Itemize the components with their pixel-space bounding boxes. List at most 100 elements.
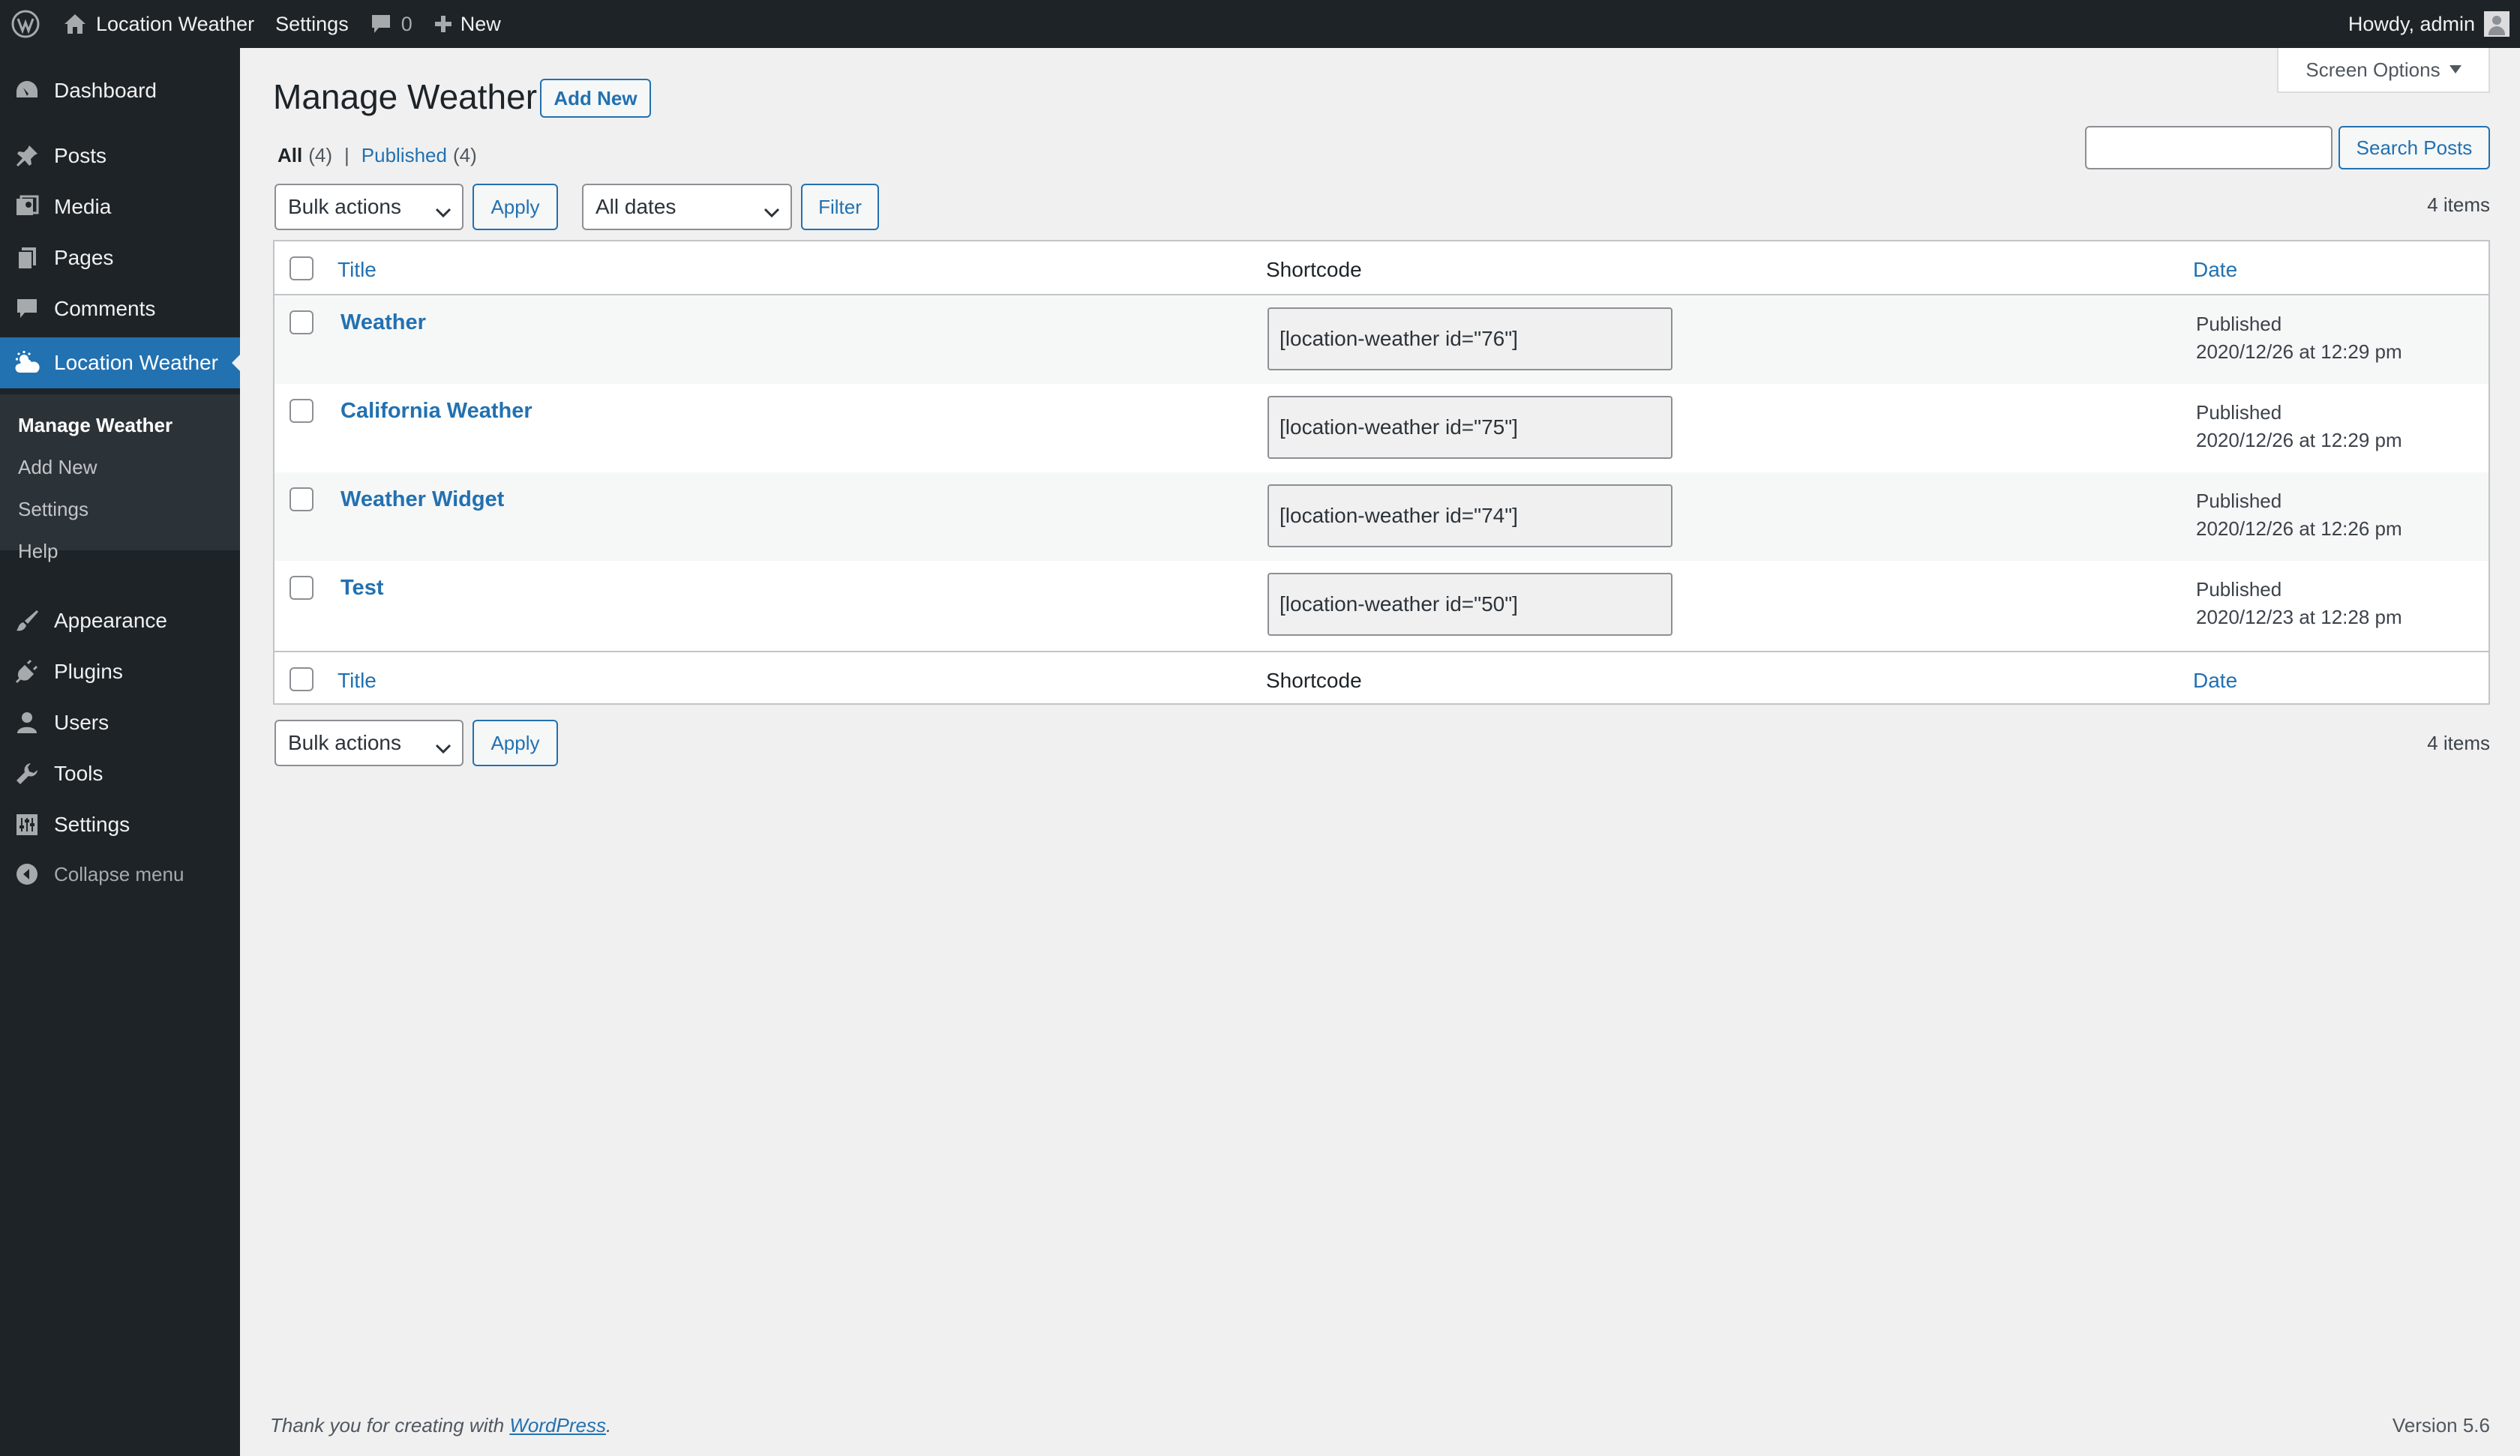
filter-published-link[interactable]: Published (4): [362, 144, 477, 167]
row-title-link[interactable]: Test: [340, 576, 383, 601]
table-row: Test [location-weather id="50"] Publishe…: [274, 561, 2488, 649]
bulk-actions-select-bottom[interactable]: Bulk actions: [274, 720, 464, 766]
sidebar-item-label: Plugins: [54, 660, 123, 683]
row-checkbox[interactable]: [290, 576, 314, 600]
posts-table: Title Shortcode Date Weather [location-w…: [273, 240, 2490, 705]
date-filter-select[interactable]: All dates: [582, 184, 792, 230]
chevron-down-icon: [764, 200, 780, 224]
sidebar-item-label: Appearance: [54, 609, 168, 632]
select-all-checkbox-bottom[interactable]: [290, 667, 314, 691]
site-name-link[interactable]: Location Weather: [52, 0, 265, 48]
column-title-footer[interactable]: Title: [338, 669, 376, 693]
column-date-header[interactable]: Date: [2193, 258, 2237, 282]
filter-all-count: (4): [308, 144, 333, 166]
submenu-item-add-new[interactable]: Add New: [18, 456, 98, 479]
sidebar-item-settings[interactable]: Settings: [0, 799, 240, 850]
row-title-link[interactable]: Weather Widget: [340, 487, 504, 512]
sidebar-item-comments[interactable]: Comments: [0, 283, 240, 334]
sidebar-item-plugins[interactable]: Plugins: [0, 646, 240, 697]
sidebar-item-label: Media: [54, 195, 112, 218]
sidebar-item-label: Pages: [54, 246, 114, 269]
column-date-footer[interactable]: Date: [2193, 669, 2237, 693]
table-row: Weather [location-weather id="76"] Publi…: [274, 295, 2488, 384]
row-date-value: 2020/12/26 at 12:29 pm: [2196, 429, 2402, 451]
filter-all-link[interactable]: All (4): [278, 144, 332, 167]
column-title-header[interactable]: Title: [338, 258, 376, 282]
adminbar-settings-label: Settings: [275, 12, 349, 35]
wordpress-link[interactable]: WordPress: [509, 1414, 606, 1437]
items-count-top: 4 items: [2427, 193, 2490, 216]
adminbar-settings-link[interactable]: Settings: [265, 0, 359, 48]
account-menu[interactable]: Howdy, admin: [2338, 0, 2520, 48]
sidebar-item-media[interactable]: Media: [0, 181, 240, 232]
adminbar-comments-link[interactable]: 0: [359, 0, 423, 48]
sidebar-item-posts[interactable]: Posts: [0, 130, 240, 181]
submenu-item-help[interactable]: Help: [18, 540, 58, 563]
collapse-menu-button[interactable]: Collapse menu: [0, 849, 240, 900]
row-title-link[interactable]: Weather: [340, 310, 426, 335]
shortcode-field[interactable]: [location-weather id="74"]: [1268, 484, 1672, 547]
submenu-item-settings[interactable]: Settings: [18, 498, 88, 521]
shortcode-field[interactable]: [location-weather id="76"]: [1268, 307, 1672, 370]
bulk-actions-value: Bulk actions: [288, 731, 401, 754]
apply-label: Apply: [490, 195, 540, 218]
row-title-link[interactable]: California Weather: [340, 399, 532, 424]
row-date: Published 2020/12/26 at 12:26 pm: [2196, 487, 2402, 543]
apply-button-top[interactable]: Apply: [472, 184, 558, 230]
row-status: Published: [2196, 313, 2282, 335]
comment-bubble-icon: [370, 13, 392, 35]
row-checkbox[interactable]: [290, 487, 314, 511]
footer-thanks-text: Thank you for creating with: [270, 1414, 510, 1437]
select-all-checkbox-top[interactable]: [290, 256, 314, 280]
comment-bubble-icon: [0, 296, 54, 322]
row-checkbox[interactable]: [290, 310, 314, 334]
search-input[interactable]: [2085, 126, 2332, 169]
table-footer-row: Title Shortcode Date: [274, 651, 2488, 705]
shortcode-field[interactable]: [location-weather id="50"]: [1268, 573, 1672, 636]
filter-published-label: Published: [361, 144, 447, 166]
chevron-down-icon: [435, 736, 452, 760]
row-status: Published: [2196, 490, 2282, 512]
sidebar-item-label: Tools: [54, 762, 104, 785]
footer-thanks-suffix: .: [605, 1414, 612, 1437]
adminbar-new-link[interactable]: New: [423, 0, 512, 48]
sidebar-item-appearance[interactable]: Appearance: [0, 595, 240, 646]
caret-down-icon: [2449, 65, 2462, 74]
apply-button-bottom[interactable]: Apply: [472, 720, 558, 766]
sidebar-item-pages[interactable]: Pages: [0, 232, 240, 283]
sidebar-item-users[interactable]: Users: [0, 697, 240, 748]
footer-version: Version 5.6: [2392, 1414, 2490, 1437]
row-date-value: 2020/12/23 at 12:28 pm: [2196, 606, 2402, 628]
row-date: Published 2020/12/23 at 12:28 pm: [2196, 576, 2402, 631]
howdy-text: Howdy, admin: [2348, 12, 2475, 35]
row-status: Published: [2196, 578, 2282, 601]
shortcode-field[interactable]: [location-weather id="75"]: [1268, 396, 1672, 459]
table-header-row: Title Shortcode Date: [274, 241, 2488, 295]
submenu-item-manage-weather[interactable]: Manage Weather: [18, 414, 172, 437]
sidebar-item-tools[interactable]: Tools: [0, 748, 240, 799]
wordpress-logo-icon[interactable]: [0, 0, 52, 48]
add-new-button[interactable]: Add New: [540, 79, 651, 118]
filter-all-label: All: [278, 144, 303, 166]
site-name: Location Weather: [96, 12, 255, 35]
pages-icon: [0, 245, 54, 271]
collapse-arrow-icon: [0, 862, 54, 886]
items-count-bottom: 4 items: [2427, 732, 2490, 754]
user-icon: [0, 710, 54, 735]
admin-sidebar: Dashboard Posts Media Pages Comments Loc…: [0, 48, 241, 1456]
filter-button[interactable]: Filter: [801, 184, 879, 230]
sidebar-item-label: Settings: [54, 813, 130, 836]
media-icon: [0, 194, 54, 220]
collapse-menu-label: Collapse menu: [54, 862, 184, 885]
sidebar-item-label: Posts: [54, 144, 107, 167]
bulk-actions-select-top[interactable]: Bulk actions: [274, 184, 464, 230]
sidebar-item-dashboard[interactable]: Dashboard: [0, 65, 240, 116]
row-checkbox[interactable]: [290, 399, 314, 423]
sidebar-item-label: Users: [54, 711, 110, 734]
screen-options-button[interactable]: Screen Options: [2277, 48, 2490, 93]
table-row: Weather Widget [location-weather id="74"…: [274, 472, 2488, 561]
sidebar-item-location-weather[interactable]: Location Weather: [0, 337, 241, 388]
search-posts-button[interactable]: Search Posts: [2338, 126, 2490, 169]
column-shortcode-header: Shortcode: [1266, 258, 1362, 281]
filter-published-count: (4): [452, 144, 477, 166]
